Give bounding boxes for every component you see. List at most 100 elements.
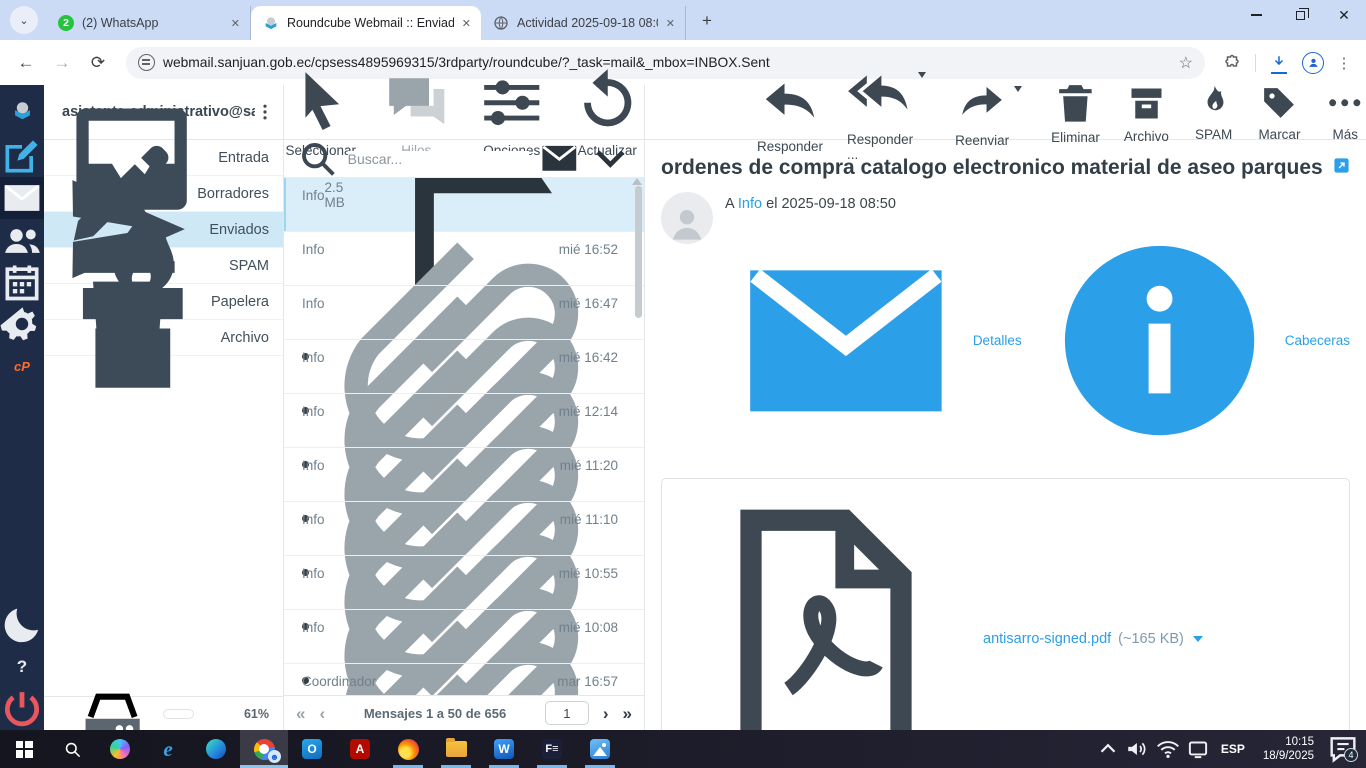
delete-button[interactable]: Eliminar [1051, 79, 1100, 146]
next-page-button[interactable]: › [603, 705, 609, 722]
search-scope-chevron-icon[interactable] [589, 137, 632, 180]
page-number-input[interactable] [545, 701, 589, 725]
search-scope-envelope-icon[interactable] [538, 137, 581, 180]
message-list-item[interactable]: Coordinador mar 16:57 [284, 664, 644, 695]
quota-indicator: 61% [44, 696, 283, 730]
photos-icon[interactable] [576, 730, 624, 768]
message-list-item[interactable]: Info mié 16:42 AUTORIZACION PARA CONTRAT… [284, 340, 644, 394]
recipient-link[interactable]: Info [738, 196, 762, 212]
reply-all-dropdown-caret[interactable] [918, 72, 926, 78]
acrobat-icon[interactable]: A [336, 730, 384, 768]
help-icon[interactable]: ? [0, 646, 44, 688]
account-menu-icon[interactable] [255, 102, 275, 122]
reply-button[interactable]: Responder [757, 70, 823, 154]
message-list-item[interactable]: Info mié 16:47 APROBACION PARA CONTRATAR… [284, 286, 644, 340]
reload-button[interactable]: ⟳ [82, 47, 114, 79]
details-toggle[interactable]: Detalles [725, 220, 1022, 462]
mail-icon[interactable] [0, 177, 44, 219]
window-minimize-button[interactable] [1234, 0, 1278, 30]
attachment-dropdown-caret[interactable] [1193, 636, 1203, 642]
scrollbar-up-arrow[interactable] [632, 178, 642, 185]
window-restore-button[interactable] [1278, 0, 1322, 30]
message-list-item[interactable]: Info 2.5 MB ordenes de compra catalogo e… [284, 178, 644, 232]
sender-avatar [661, 192, 713, 244]
tab-roundcube[interactable]: Roundcube Webmail :: Enviados ✕ [251, 6, 481, 40]
pdf-file-icon [676, 489, 976, 730]
browser-menu-icon[interactable]: ⋮ [1332, 54, 1356, 72]
cpanel-icon[interactable]: cP [0, 345, 44, 387]
message-date-size: 2.5 MB [325, 180, 361, 210]
message-list-item[interactable]: Info mié 10:55 APROBACIÓN DE CONTRATAR E… [284, 556, 644, 610]
compose-icon[interactable] [0, 135, 44, 177]
message-date-size: mié 11:10 [560, 512, 618, 527]
message-list-item[interactable]: Info mié 16:52 APROBACION PARA ADQUISICI… [284, 232, 644, 286]
extensions-icon[interactable] [1217, 48, 1247, 78]
tab-close-icon[interactable]: ✕ [666, 17, 675, 30]
message-list-item[interactable]: Info mié 12:14 Comunicado sobre la ADQUI… [284, 394, 644, 448]
calendar-icon[interactable] [0, 261, 44, 303]
message-sender: Info [302, 566, 559, 581]
downloads-icon[interactable] [1264, 48, 1294, 78]
last-page-button[interactable]: » [623, 705, 632, 722]
spam-button[interactable]: SPAM [1193, 82, 1235, 142]
firefox-icon[interactable] [384, 730, 432, 768]
bookmark-star-icon[interactable]: ☆ [1179, 53, 1193, 73]
roundcube-favicon [263, 15, 279, 31]
reply-all-button[interactable]: Responder ... [847, 62, 913, 161]
list-scrollbar[interactable] [635, 186, 642, 318]
tab-close-icon[interactable]: ✕ [231, 17, 240, 30]
tab-whatsapp[interactable]: 2 (2) WhatsApp ✕ [46, 6, 251, 40]
headers-toggle[interactable]: Cabeceras [1040, 220, 1350, 462]
clock[interactable]: 10:15 18/9/2025 [1255, 735, 1322, 763]
word-icon[interactable]: W [480, 730, 528, 768]
attachment-name[interactable]: antisarro-signed.pdf [983, 631, 1111, 647]
open-in-new-window-icon[interactable] [1333, 157, 1350, 179]
taskbar-search-icon[interactable] [48, 730, 96, 768]
site-info-icon[interactable] [138, 54, 155, 71]
prev-page-button[interactable]: ‹ [319, 705, 325, 722]
settings-gear-icon[interactable] [0, 303, 44, 345]
forward-button[interactable]: → [46, 47, 78, 79]
back-button[interactable]: ← [10, 47, 42, 79]
start-button[interactable] [0, 730, 48, 768]
wifi-icon[interactable] [1155, 736, 1181, 762]
new-tab-button[interactable]: + [694, 8, 720, 34]
tab-search-button[interactable]: ⌄ [10, 6, 38, 34]
search-input[interactable] [348, 151, 529, 167]
first-page-button[interactable]: « [296, 705, 305, 722]
internet-explorer-icon[interactable]: e [144, 730, 192, 768]
edge-icon[interactable] [192, 730, 240, 768]
reading-pane: Responder Responder ... Reenviar Elimina… [645, 85, 1366, 730]
language-indicator[interactable]: ESP [1215, 742, 1251, 756]
window-close-button[interactable]: ✕ [1322, 0, 1366, 30]
profile-avatar[interactable] [1298, 48, 1328, 78]
notification-center-icon[interactable]: 4 [1326, 732, 1360, 766]
forward-dropdown-caret[interactable] [1014, 86, 1022, 92]
mark-button[interactable]: Marcar [1258, 82, 1300, 142]
f-app-icon[interactable]: F≡ [528, 730, 576, 768]
attachment-item[interactable]: antisarro-signed.pdf (~165 KB) [676, 489, 1203, 730]
tray-time: 10:15 [1263, 735, 1314, 749]
logout-power-icon[interactable] [0, 688, 44, 730]
contacts-icon[interactable] [0, 219, 44, 261]
volume-icon[interactable] [1125, 736, 1151, 762]
message-sender: Info [302, 296, 559, 311]
dark-mode-moon-icon[interactable] [0, 604, 44, 646]
tray-chevron-up-icon[interactable] [1095, 736, 1121, 762]
outlook-icon[interactable]: O [288, 730, 336, 768]
more-button[interactable]: Más [1324, 82, 1366, 142]
device-cast-icon[interactable] [1185, 736, 1211, 762]
chrome-icon[interactable]: ☻ [240, 730, 288, 768]
file-explorer-icon[interactable] [432, 730, 480, 768]
message-sender: Info [302, 512, 560, 527]
tab-actividad[interactable]: Actividad 2025-09-18 08:00:00 ✕ [481, 6, 686, 40]
message-list-item[interactable]: Info mié 11:20 APROBACIÓN PARA LA ADQUIS… [284, 448, 644, 502]
message-list-item[interactable]: Info mié 11:10 APROBACION DE ADQUISICION… [284, 502, 644, 556]
message-list-item[interactable]: Info mié 10:08 APROBACION DE CONTRATACIO… [284, 610, 644, 664]
archive-button[interactable]: Archivo [1124, 81, 1169, 144]
forward-button-mail[interactable]: Reenviar [955, 76, 1009, 148]
copilot-icon[interactable] [96, 730, 144, 768]
message-sender: Info [302, 404, 559, 419]
tab-close-icon[interactable]: ✕ [462, 17, 471, 30]
folder-item-archivo[interactable]: Archivo [44, 320, 283, 356]
